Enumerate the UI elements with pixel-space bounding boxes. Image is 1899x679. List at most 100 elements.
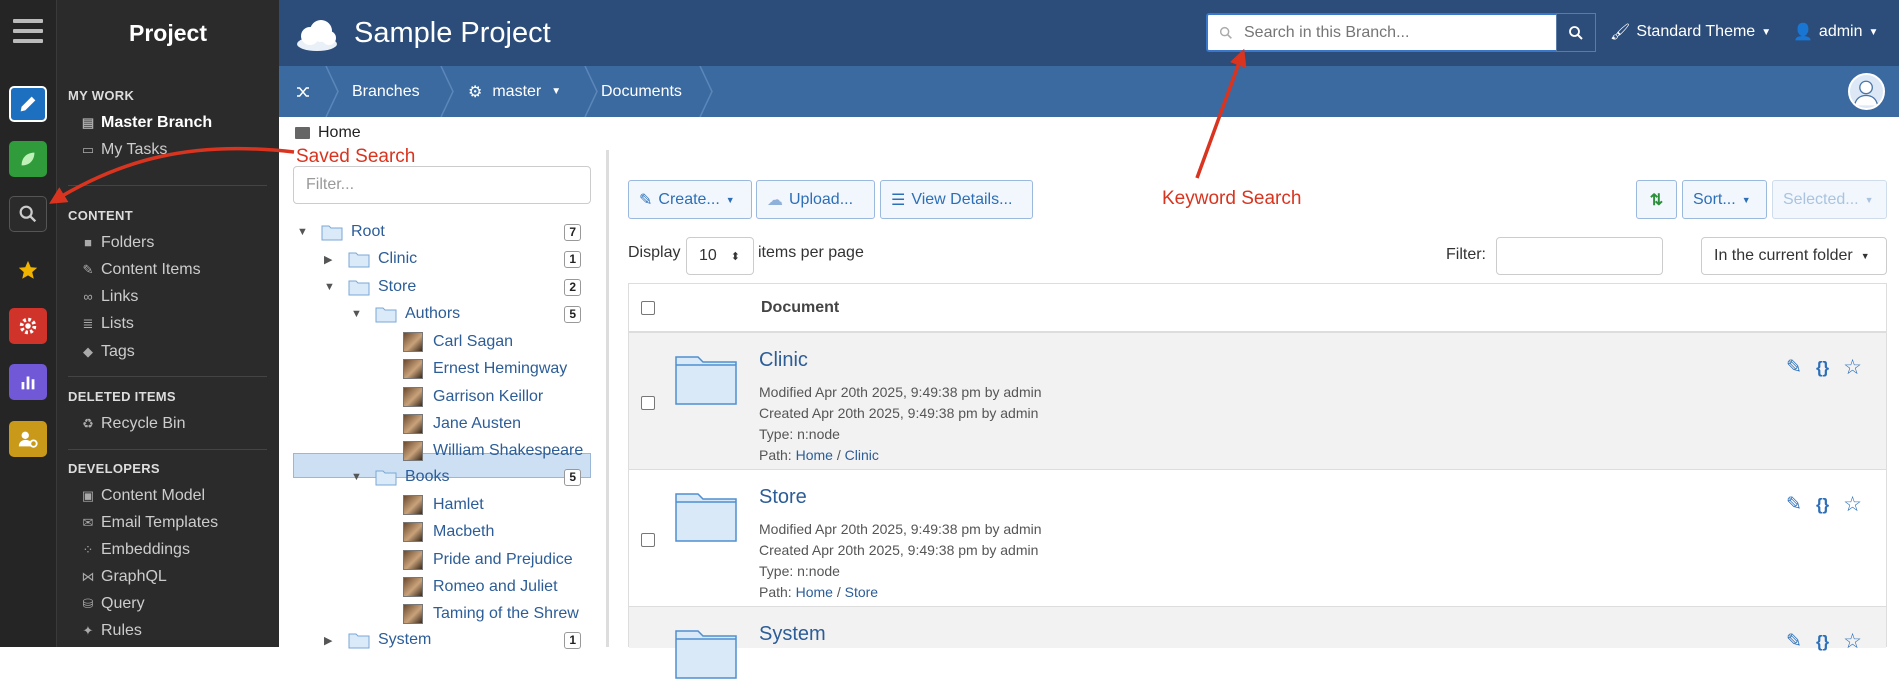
create-button[interactable]: ✎ Create... ▼ bbox=[628, 180, 752, 219]
path-home-link[interactable]: Home bbox=[796, 584, 833, 600]
filter-label: Filter: bbox=[1446, 246, 1486, 263]
sidebar-item-rules[interactable]: ✦ Rules bbox=[81, 622, 142, 640]
tree-node-store[interactable]: ▼ Store 2 bbox=[324, 278, 591, 296]
tree-leaf[interactable]: Garrison Keillor bbox=[403, 387, 543, 407]
filter-scope-select[interactable]: In the current folder ▼ bbox=[1701, 237, 1887, 275]
envelope-icon: ✉ bbox=[82, 515, 94, 530]
search-button[interactable] bbox=[1556, 13, 1596, 52]
view-details-button[interactable]: ☰ View Details... bbox=[880, 180, 1033, 219]
sidebar-item-label: Rules bbox=[101, 622, 142, 639]
search-input[interactable] bbox=[1244, 23, 1534, 42]
star-icon[interactable]: ☆ bbox=[1843, 355, 1862, 380]
row-checkbox[interactable] bbox=[641, 533, 655, 547]
row-title[interactable]: Store bbox=[759, 486, 807, 509]
sidebar-item-lists[interactable]: ≣ Lists bbox=[81, 315, 134, 333]
user-admin-button[interactable] bbox=[9, 421, 47, 457]
sidebar-item-email-templates[interactable]: ✉ Email Templates bbox=[81, 514, 219, 532]
star-icon[interactable]: ☆ bbox=[1843, 629, 1862, 654]
branch-icon: ▤ bbox=[81, 115, 95, 130]
analytics-button[interactable] bbox=[9, 364, 47, 400]
tree-node-authors[interactable]: ▼ Authors 5 bbox=[351, 305, 591, 323]
tree-leaf[interactable]: Pride and Prejudice bbox=[403, 550, 573, 570]
tree-leaf[interactable]: Romeo and Juliet bbox=[403, 577, 558, 597]
table-row[interactable]: Clinic Modified Apr 20th 2025, 9:49:38 p… bbox=[629, 333, 1886, 470]
home-breadcrumb[interactable]: Home bbox=[295, 124, 361, 142]
sidebar-item-master-branch[interactable]: ▤ Master Branch bbox=[81, 114, 212, 132]
select-all-checkbox[interactable] bbox=[641, 300, 655, 315]
workflow-button[interactable] bbox=[9, 141, 47, 177]
sidebar-item-embeddings[interactable]: ⁘ Embeddings bbox=[81, 541, 190, 559]
button-label: Selected... bbox=[1783, 190, 1859, 208]
sort-button[interactable]: Sort... ▼ bbox=[1682, 180, 1767, 219]
edit-icon[interactable]: ✎ bbox=[1786, 493, 1802, 516]
sidebar-item-content-model[interactable]: ▣ Content Model bbox=[81, 487, 205, 505]
edit-mode-button[interactable] bbox=[9, 86, 47, 122]
star-icon[interactable]: ☆ bbox=[1843, 492, 1862, 517]
sidebar-item-recycle-bin[interactable]: ♻ Recycle Bin bbox=[81, 415, 185, 433]
expanded-triangle-icon: ▼ bbox=[351, 308, 362, 320]
list-icon: ≣ bbox=[82, 316, 94, 331]
tree-node-label: Macbeth bbox=[433, 523, 495, 540]
user-gear-icon bbox=[18, 431, 38, 448]
breadcrumb-branches[interactable]: Branches bbox=[352, 66, 420, 117]
row-checkbox[interactable] bbox=[641, 396, 655, 410]
folder-icon bbox=[375, 470, 397, 485]
tree-leaf[interactable]: Hamlet bbox=[403, 495, 484, 515]
shuffle-button[interactable] bbox=[295, 66, 311, 117]
tree-leaf[interactable]: Ernest Hemingway bbox=[403, 359, 567, 379]
sidebar-item-folders[interactable]: ■ Folders bbox=[81, 234, 154, 252]
menu-toggle-icon[interactable] bbox=[13, 19, 43, 45]
favorites-button[interactable] bbox=[9, 252, 47, 288]
folder-icon bbox=[348, 633, 370, 648]
breadcrumb-branch-select[interactable]: ⚙ master ▼ bbox=[468, 66, 561, 117]
selected-actions-button[interactable]: Selected... ▼ bbox=[1772, 180, 1887, 219]
sidebar-item-tags[interactable]: ◆ Tags bbox=[81, 343, 135, 361]
tree-leaf[interactable]: Jane Austen bbox=[403, 414, 521, 434]
theme-menu[interactable]: 🖌 Standard Theme ▼ bbox=[1610, 22, 1771, 42]
tree-filter-input[interactable]: Filter... bbox=[293, 166, 591, 204]
tree-node-system[interactable]: ▶ System 1 bbox=[324, 631, 591, 649]
avatar[interactable] bbox=[1848, 73, 1885, 110]
tree-node-root[interactable]: ▼ Root 7 bbox=[297, 223, 591, 241]
column-header-document[interactable]: Document bbox=[761, 299, 839, 317]
sidebar-item-my-tasks[interactable]: ▭ My Tasks bbox=[81, 141, 168, 159]
path-leaf-link[interactable]: Clinic bbox=[845, 447, 879, 463]
json-icon[interactable]: {} bbox=[1816, 495, 1829, 515]
json-icon[interactable]: {} bbox=[1816, 358, 1829, 378]
sidebar: Project MY WORK ▤ Master Branch ▭ My Tasks… bbox=[57, 0, 279, 647]
upload-button[interactable]: ☁ Upload... bbox=[756, 180, 875, 219]
page-size-select[interactable]: 10 ⬍ bbox=[686, 237, 754, 275]
collapsed-triangle-icon: ▶ bbox=[324, 253, 333, 266]
tree-node-books[interactable]: ▼ Books 5 bbox=[351, 468, 591, 486]
tree-leaf[interactable]: Taming of the Shrew bbox=[403, 604, 579, 624]
user-menu[interactable]: 👤 admin ▼ bbox=[1793, 22, 1878, 42]
caret-down-icon: ▼ bbox=[1741, 194, 1751, 205]
row-title[interactable]: Clinic bbox=[759, 349, 808, 372]
sidebar-item-query[interactable]: ⛁ Query bbox=[81, 595, 145, 613]
table-row[interactable]: System ✎ {} ☆ bbox=[629, 607, 1886, 679]
keyword-search-box[interactable] bbox=[1206, 13, 1559, 52]
breadcrumb-separator bbox=[440, 66, 454, 117]
sort-order-button[interactable]: ⇅ bbox=[1636, 180, 1677, 219]
edit-icon[interactable]: ✎ bbox=[1786, 356, 1802, 379]
json-icon[interactable]: {} bbox=[1816, 632, 1829, 652]
edit-icon[interactable]: ✎ bbox=[1786, 630, 1802, 653]
breadcrumb-documents[interactable]: Documents bbox=[601, 66, 682, 117]
gear-icon: ⚙ bbox=[468, 83, 483, 101]
tree-leaf[interactable]: Macbeth bbox=[403, 522, 494, 542]
sidebar-item-graphql[interactable]: ⋈ GraphQL bbox=[81, 568, 167, 586]
path-home-link[interactable]: Home bbox=[796, 447, 833, 463]
branch-label: master bbox=[492, 82, 542, 100]
sidebar-item-links[interactable]: ∞ Links bbox=[81, 288, 138, 306]
tree-node-clinic[interactable]: ▶ Clinic 1 bbox=[324, 250, 591, 268]
tree-leaf[interactable]: Carl Sagan bbox=[403, 332, 513, 352]
row-title[interactable]: System bbox=[759, 623, 826, 646]
table-row[interactable]: Store Modified Apr 20th 2025, 9:49:38 pm… bbox=[629, 470, 1886, 607]
document-filter-input[interactable] bbox=[1496, 237, 1663, 275]
folder-icon: ■ bbox=[84, 235, 92, 250]
sidebar-item-content-items[interactable]: ✎ Content Items bbox=[81, 261, 201, 279]
path-leaf-link[interactable]: Store bbox=[845, 584, 878, 600]
saved-search-button[interactable] bbox=[9, 196, 47, 232]
settings-button[interactable] bbox=[9, 308, 47, 344]
tree-leaf[interactable]: William Shakespeare bbox=[403, 441, 583, 461]
